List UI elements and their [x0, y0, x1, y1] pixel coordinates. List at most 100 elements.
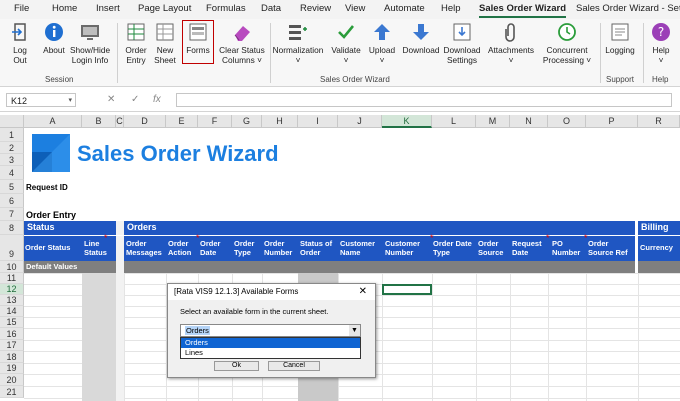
logging-button[interactable]: Logging: [603, 21, 637, 55]
tab-data[interactable]: Data: [261, 3, 281, 14]
row-header-6[interactable]: 6: [0, 194, 24, 208]
row-header-7[interactable]: 7: [0, 208, 24, 221]
ok-button[interactable]: Ok: [214, 361, 259, 371]
forms-button[interactable]: Forms: [182, 20, 214, 64]
tab-insert[interactable]: Insert: [96, 3, 120, 14]
column-header-a[interactable]: A: [24, 115, 82, 128]
svg-text:?: ?: [658, 25, 664, 39]
select-all-corner[interactable]: [0, 115, 24, 128]
eraser-icon: [231, 21, 253, 43]
upload-button[interactable]: Upload ˅: [366, 21, 398, 65]
concurrent-processing-button[interactable]: Concurrent Processing ˅: [540, 21, 594, 65]
name-box[interactable]: K12 ▾: [6, 93, 76, 107]
row-header-18[interactable]: 18: [0, 351, 24, 363]
download-settings-button[interactable]: Download Settings: [442, 21, 482, 65]
header-divider: [24, 235, 680, 236]
cancel-button[interactable]: Cancel: [268, 361, 320, 371]
column-header-e[interactable]: E: [166, 115, 198, 128]
form-select[interactable]: Orders ▼: [180, 324, 361, 337]
normalization-label: Normalization ˅: [272, 45, 324, 65]
row-header-15[interactable]: 15: [0, 317, 24, 328]
column-header-p[interactable]: P: [586, 115, 638, 128]
column-header-n[interactable]: N: [510, 115, 548, 128]
insert-function-icon[interactable]: fx: [153, 94, 161, 105]
column-header-b[interactable]: B: [82, 115, 116, 128]
row-header-1[interactable]: 1: [0, 128, 24, 142]
download-button[interactable]: Download: [401, 21, 441, 55]
row-header-19[interactable]: 19: [0, 363, 24, 374]
clear-status-columns-button[interactable]: Clear Status Columns ˅: [216, 21, 268, 65]
new-sheet-button[interactable]: New Sheet: [152, 21, 178, 65]
column-header-m[interactable]: M: [476, 115, 510, 128]
help-button[interactable]: ? Help ˅: [646, 21, 676, 65]
download-label: Download: [402, 45, 440, 55]
row-header-20[interactable]: 20: [0, 374, 24, 386]
tab-sales-order-wizard-setup[interactable]: Sales Order Wizard - Setu: [576, 3, 680, 14]
cancel-edit-icon[interactable]: ✕: [107, 94, 115, 105]
validate-button[interactable]: Validate ˅: [329, 21, 363, 65]
help-icon: ?: [650, 21, 672, 43]
row-header-10[interactable]: 10: [0, 261, 24, 273]
row-header-21[interactable]: 21: [0, 386, 24, 398]
billing-section-title: Billing: [641, 222, 669, 232]
ribbon-tab-bar: File Home Insert Page Layout Formulas Da…: [0, 0, 680, 19]
form-options-list[interactable]: Orders Lines: [180, 337, 361, 359]
order-entry-button[interactable]: Order Entry: [122, 21, 150, 65]
normalization-button[interactable]: Normalization ˅: [272, 21, 324, 65]
tab-file[interactable]: File: [14, 3, 29, 14]
order-entry-icon: [125, 21, 147, 43]
row-header-12[interactable]: 12: [0, 284, 24, 295]
tab-sales-order-wizard[interactable]: Sales Order Wizard: [479, 3, 567, 18]
checkmark-icon: [335, 21, 357, 43]
tab-home[interactable]: Home: [52, 3, 77, 14]
col-po-number: PO Number: [552, 239, 581, 257]
about-button[interactable]: About: [38, 21, 70, 55]
row-header-4[interactable]: 4: [0, 166, 24, 180]
gridline: [586, 273, 587, 401]
row-header-3[interactable]: 3: [0, 154, 24, 166]
column-header-g[interactable]: G: [232, 115, 262, 128]
logout-icon: [9, 21, 31, 43]
dialog-title-bar: [Rata VIS9 12.1.3] Available Forms ✕: [168, 284, 375, 300]
attachments-button[interactable]: Attachments ˅: [486, 21, 536, 65]
row-header-8[interactable]: 8: [0, 221, 24, 235]
column-header-d[interactable]: D: [124, 115, 166, 128]
tab-automate[interactable]: Automate: [384, 3, 425, 14]
tab-formulas[interactable]: Formulas: [206, 3, 246, 14]
row-header-11[interactable]: 11: [0, 273, 24, 284]
tab-review[interactable]: Review: [300, 3, 331, 14]
row-header-16[interactable]: 16: [0, 328, 24, 340]
column-header-f[interactable]: F: [198, 115, 232, 128]
gridline: [638, 273, 639, 401]
upload-label: Upload ˅: [368, 45, 396, 65]
active-cell-k12[interactable]: [382, 284, 432, 295]
row-header-13[interactable]: 13: [0, 295, 24, 306]
column-header-r[interactable]: R: [638, 115, 680, 128]
confirm-edit-icon[interactable]: ✓: [131, 94, 139, 105]
column-header-i[interactable]: I: [298, 115, 338, 128]
row-header-9[interactable]: 9: [0, 235, 24, 261]
form-option-lines[interactable]: Lines: [181, 348, 360, 358]
tab-page-layout[interactable]: Page Layout: [138, 3, 191, 14]
form-select-value: Orders: [185, 326, 210, 335]
row-header-5[interactable]: 5: [0, 180, 24, 194]
page-title: Sales Order Wizard: [77, 141, 279, 166]
column-header-h[interactable]: H: [262, 115, 298, 128]
show-hide-login-info-button[interactable]: Show/Hide Login Info: [68, 21, 112, 65]
tab-help[interactable]: Help: [441, 3, 461, 14]
formula-input[interactable]: [176, 93, 672, 107]
row-header-17[interactable]: 17: [0, 340, 24, 351]
column-header-k[interactable]: K: [382, 115, 432, 128]
close-icon[interactable]: ✕: [359, 284, 367, 300]
form-option-orders[interactable]: Orders: [181, 338, 360, 348]
tab-view[interactable]: View: [345, 3, 365, 14]
column-header-o[interactable]: O: [548, 115, 586, 128]
group-label-session: Session: [45, 75, 74, 84]
log-out-button[interactable]: Log Out: [6, 21, 34, 65]
column-header-l[interactable]: L: [432, 115, 476, 128]
column-header-j[interactable]: J: [338, 115, 382, 128]
row-header-14[interactable]: 14: [0, 306, 24, 317]
chevron-down-icon[interactable]: ▼: [349, 325, 360, 336]
row-header-2[interactable]: 2: [0, 142, 24, 154]
column-header-c[interactable]: C: [116, 115, 124, 128]
